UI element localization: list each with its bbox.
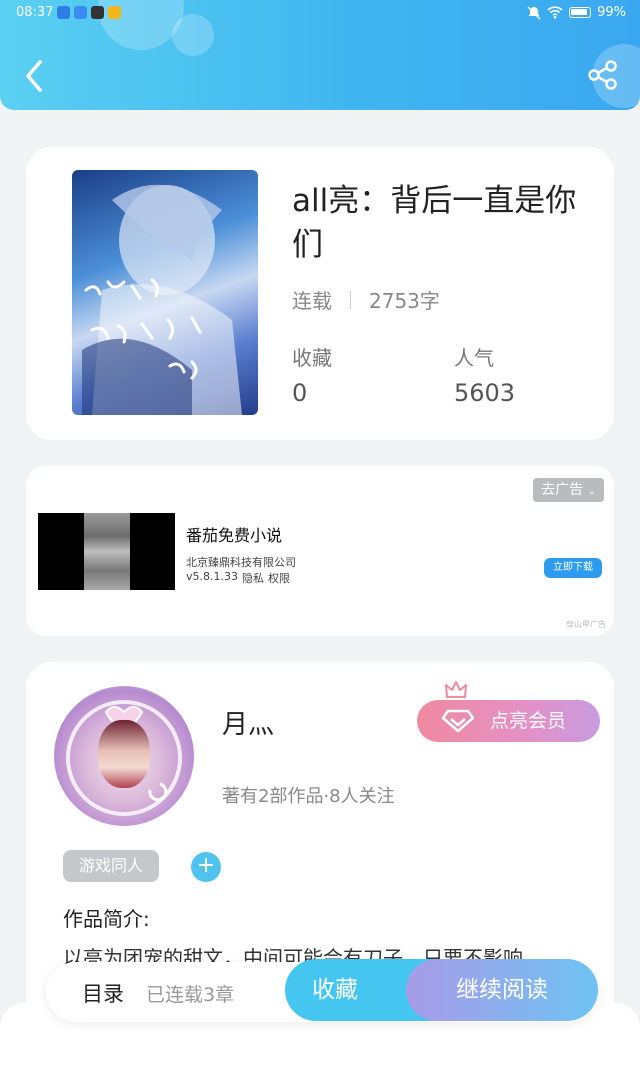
share-icon — [588, 60, 617, 90]
status-time: 08:37 — [16, 5, 54, 20]
popularity-value: 5603 — [454, 379, 516, 407]
battery-icon — [569, 7, 592, 18]
diamond-icon — [441, 709, 475, 733]
back-button[interactable] — [18, 56, 54, 96]
author-meta: 著有2部作品·8人关注 — [222, 786, 395, 807]
ad-company: 北京臻鼎科技有限公司 — [186, 556, 296, 569]
search-notification-icon — [74, 6, 87, 19]
book-cover-image[interactable] — [72, 170, 258, 415]
toc-button[interactable]: 目录 — [82, 978, 124, 1008]
vip-label: 点亮会员 — [490, 710, 567, 732]
ad-source-label: 穿山甲广告 — [566, 620, 606, 629]
ad-download-button[interactable]: 立即下载 — [544, 558, 602, 578]
chevron-left-icon — [26, 60, 42, 92]
tag-chip[interactable]: 游戏同人 — [63, 850, 159, 882]
popularity-label: 人气 — [454, 346, 494, 370]
ad-video-frame — [84, 513, 130, 590]
chevron-down-icon: ⌄ — [587, 486, 596, 497]
crown-icon — [445, 681, 467, 698]
collect-label: 收藏 — [292, 346, 332, 370]
avatar-portrait — [98, 720, 150, 788]
ad-title: 番茄免费小说 — [186, 526, 283, 545]
book-info-card: all亮：背后一直是你们 连载 2753字 收藏 0 人气 5603 — [26, 147, 614, 440]
divider — [350, 290, 351, 309]
collect-value: 0 — [292, 379, 308, 407]
notification-icons — [57, 6, 121, 19]
add-tag-button[interactable]: + — [191, 852, 221, 882]
ad-video-thumbnail[interactable] — [38, 513, 175, 590]
chapter-count: 已连载3章 — [146, 984, 235, 1006]
ad-permissions-link[interactable]: 权限 — [268, 570, 290, 586]
wifi-icon — [547, 6, 563, 19]
remove-ad-button[interactable]: 去广告 ⌄ — [533, 478, 604, 502]
app-notification-icon — [57, 6, 70, 19]
avatar[interactable] — [54, 686, 194, 826]
ad-meta: v5.8.1.33 隐私 权限 — [186, 570, 290, 586]
weibo-notification-icon — [108, 6, 121, 19]
status-bar: 08:37 99% — [0, 0, 640, 28]
book-title: all亮：背后一直是你们 — [292, 183, 577, 263]
cover-artwork — [82, 184, 242, 415]
intro-heading: 作品简介: — [63, 907, 150, 931]
message-notification-icon — [91, 6, 104, 19]
ad-version: v5.8.1.33 — [186, 570, 238, 583]
vip-button[interactable]: 点亮会员 — [417, 700, 600, 742]
word-count: 2753字 — [369, 289, 440, 313]
remove-ad-label: 去广告 — [541, 482, 584, 498]
serial-status: 连载 — [292, 289, 332, 313]
ad-privacy-link[interactable]: 隐私 — [242, 570, 264, 586]
header-bar: 08:37 99% — [0, 0, 640, 110]
author-name[interactable]: 月灬 — [222, 704, 274, 741]
battery-level: 99% — [597, 5, 626, 20]
share-button[interactable] — [586, 58, 620, 92]
ad-banner[interactable]: 去广告 ⌄ 番茄免费小说 北京臻鼎科技有限公司 v5.8.1.33 隐私 权限 … — [26, 466, 614, 636]
mute-icon — [527, 5, 541, 20]
book-status-row: 连载 2753字 — [292, 285, 440, 314]
continue-reading-button[interactable]: 继续阅读 — [406, 959, 598, 1021]
status-right: 99% — [527, 5, 626, 20]
